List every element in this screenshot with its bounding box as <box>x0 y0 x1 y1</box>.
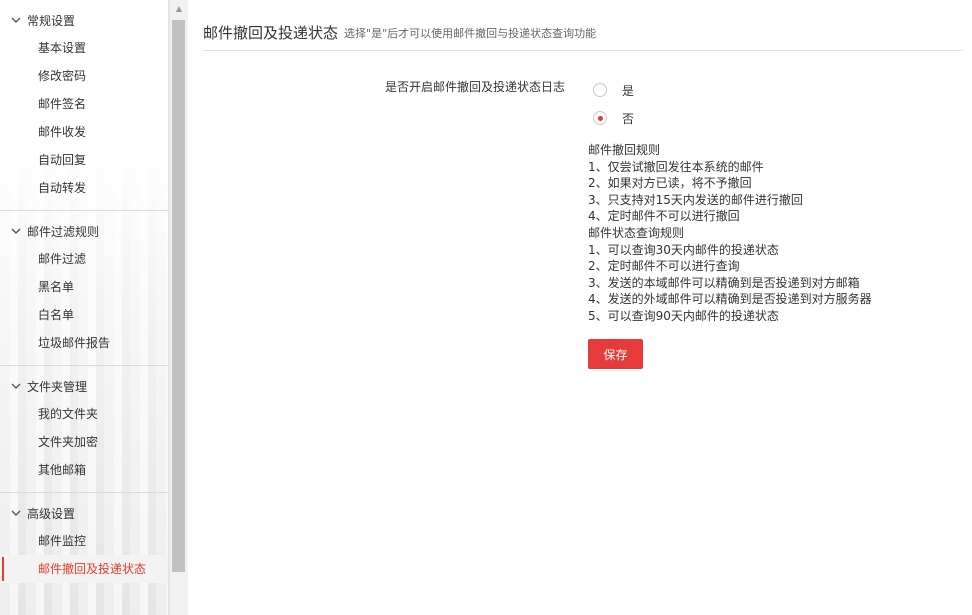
chevron-down-icon <box>10 225 22 237</box>
rule-line: 1、可以查询30天内邮件的投递状态 <box>588 242 779 257</box>
radio-option-yes[interactable]: 是 <box>593 76 634 104</box>
group-header-general[interactable]: 常规设置 <box>0 6 168 34</box>
sidebar-group-general: 常规设置 基本设置 修改密码 邮件签名 邮件收发 自动回复 自动转发 <box>0 0 168 211</box>
sidebar-item-signature[interactable]: 邮件签名 <box>0 90 168 118</box>
chevron-down-icon <box>10 507 22 519</box>
group-title: 常规设置 <box>27 13 76 28</box>
sidebar-item-whitelist[interactable]: 白名单 <box>0 301 168 329</box>
rule-line: 2、定时邮件不可以进行查询 <box>588 259 740 274</box>
rule-line: 4、发送的外域邮件可以精确到是否投递到对方服务器 <box>588 292 872 307</box>
rules-text: 邮件撤回规则 1、仅尝试撤回发往本系统的邮件 2、如果对方已读，将不予撤回 3、… <box>588 142 872 325</box>
rule-line: 5、可以查询90天内邮件的投递状态 <box>588 308 779 323</box>
enable-log-radio-group: 是 否 <box>593 76 634 132</box>
sidebar-item-recall-delivery-status[interactable]: 邮件撤回及投递状态 <box>0 555 168 583</box>
group-header-filter[interactable]: 邮件过滤规则 <box>0 217 168 245</box>
sidebar-item-spam-report[interactable]: 垃圾邮件报告 <box>0 329 168 357</box>
radio-no[interactable] <box>593 111 607 125</box>
rules-heading-status: 邮件状态查询规则 <box>588 225 685 240</box>
radio-option-no[interactable]: 否 <box>593 104 634 132</box>
radio-label-no[interactable]: 否 <box>622 110 634 127</box>
sidebar-item-mail-monitoring[interactable]: 邮件监控 <box>0 527 168 555</box>
rule-line: 3、只支持对15天内发送的邮件进行撤回 <box>588 192 803 207</box>
sidebar-item-my-folders[interactable]: 我的文件夹 <box>0 400 168 428</box>
sidebar-item-folder-encryption[interactable]: 文件夹加密 <box>0 428 168 456</box>
group-title: 文件夹管理 <box>27 379 88 394</box>
sidebar-group-advanced: 高级设置 邮件监控 邮件撤回及投递状态 <box>0 493 168 591</box>
rules-heading-recall: 邮件撤回规则 <box>588 143 661 157</box>
page-header: 邮件撤回及投递状态 选择"是"后才可以使用邮件撤回与投递状态查询功能 <box>203 14 963 51</box>
rule-line: 1、仅尝试撤回发往本系统的邮件 <box>588 159 764 174</box>
save-button[interactable]: 保存 <box>588 339 643 369</box>
chevron-down-icon <box>10 380 22 392</box>
rule-line: 4、定时邮件不可以进行撤回 <box>588 209 740 224</box>
page-subtitle: 选择"是"后才可以使用邮件撤回与投递状态查询功能 <box>344 27 597 40</box>
sidebar-group-filter: 邮件过滤规则 邮件过滤 黑名单 白名单 垃圾邮件报告 <box>0 211 168 366</box>
sidebar-item-change-password[interactable]: 修改密码 <box>0 62 168 90</box>
radio-selected-dot <box>597 115 603 121</box>
scroll-up-arrow-icon[interactable]: ▲ <box>170 0 188 16</box>
sidebar-scrollbar[interactable]: ▲ <box>169 0 188 615</box>
page-title: 邮件撤回及投递状态 <box>203 23 339 42</box>
group-header-advanced[interactable]: 高级设置 <box>0 499 168 527</box>
group-title: 邮件过滤规则 <box>27 224 100 239</box>
group-header-folders[interactable]: 文件夹管理 <box>0 372 168 400</box>
rule-line: 2、如果对方已读，将不予撤回 <box>588 176 752 191</box>
rule-line: 3、发送的本域邮件可以精确到是否投递到对方邮箱 <box>588 275 860 290</box>
sidebar: 常规设置 基本设置 修改密码 邮件签名 邮件收发 自动回复 自动转发 邮件过滤规… <box>0 0 169 615</box>
radio-yes[interactable] <box>593 83 607 97</box>
main-content: 邮件撤回及投递状态 选择"是"后才可以使用邮件撤回与投递状态查询功能 是否开启邮… <box>188 0 972 615</box>
group-title: 高级设置 <box>27 506 76 521</box>
radio-label-yes[interactable]: 是 <box>622 82 634 99</box>
chevron-down-icon <box>10 14 22 26</box>
scroll-thumb[interactable] <box>172 20 185 572</box>
sidebar-item-basic-settings[interactable]: 基本设置 <box>0 34 168 62</box>
sidebar-group-folders: 文件夹管理 我的文件夹 文件夹加密 其他邮箱 <box>0 366 168 493</box>
sidebar-item-mail-filter[interactable]: 邮件过滤 <box>0 245 168 273</box>
sidebar-item-send-receive[interactable]: 邮件收发 <box>0 118 168 146</box>
sidebar-item-blacklist[interactable]: 黑名单 <box>0 273 168 301</box>
sidebar-item-auto-reply[interactable]: 自动回复 <box>0 146 168 174</box>
sidebar-item-auto-forward[interactable]: 自动转发 <box>0 174 168 202</box>
sidebar-item-other-mailboxes[interactable]: 其他邮箱 <box>0 456 168 484</box>
enable-log-label: 是否开启邮件撤回及投递状态日志 <box>384 80 565 94</box>
